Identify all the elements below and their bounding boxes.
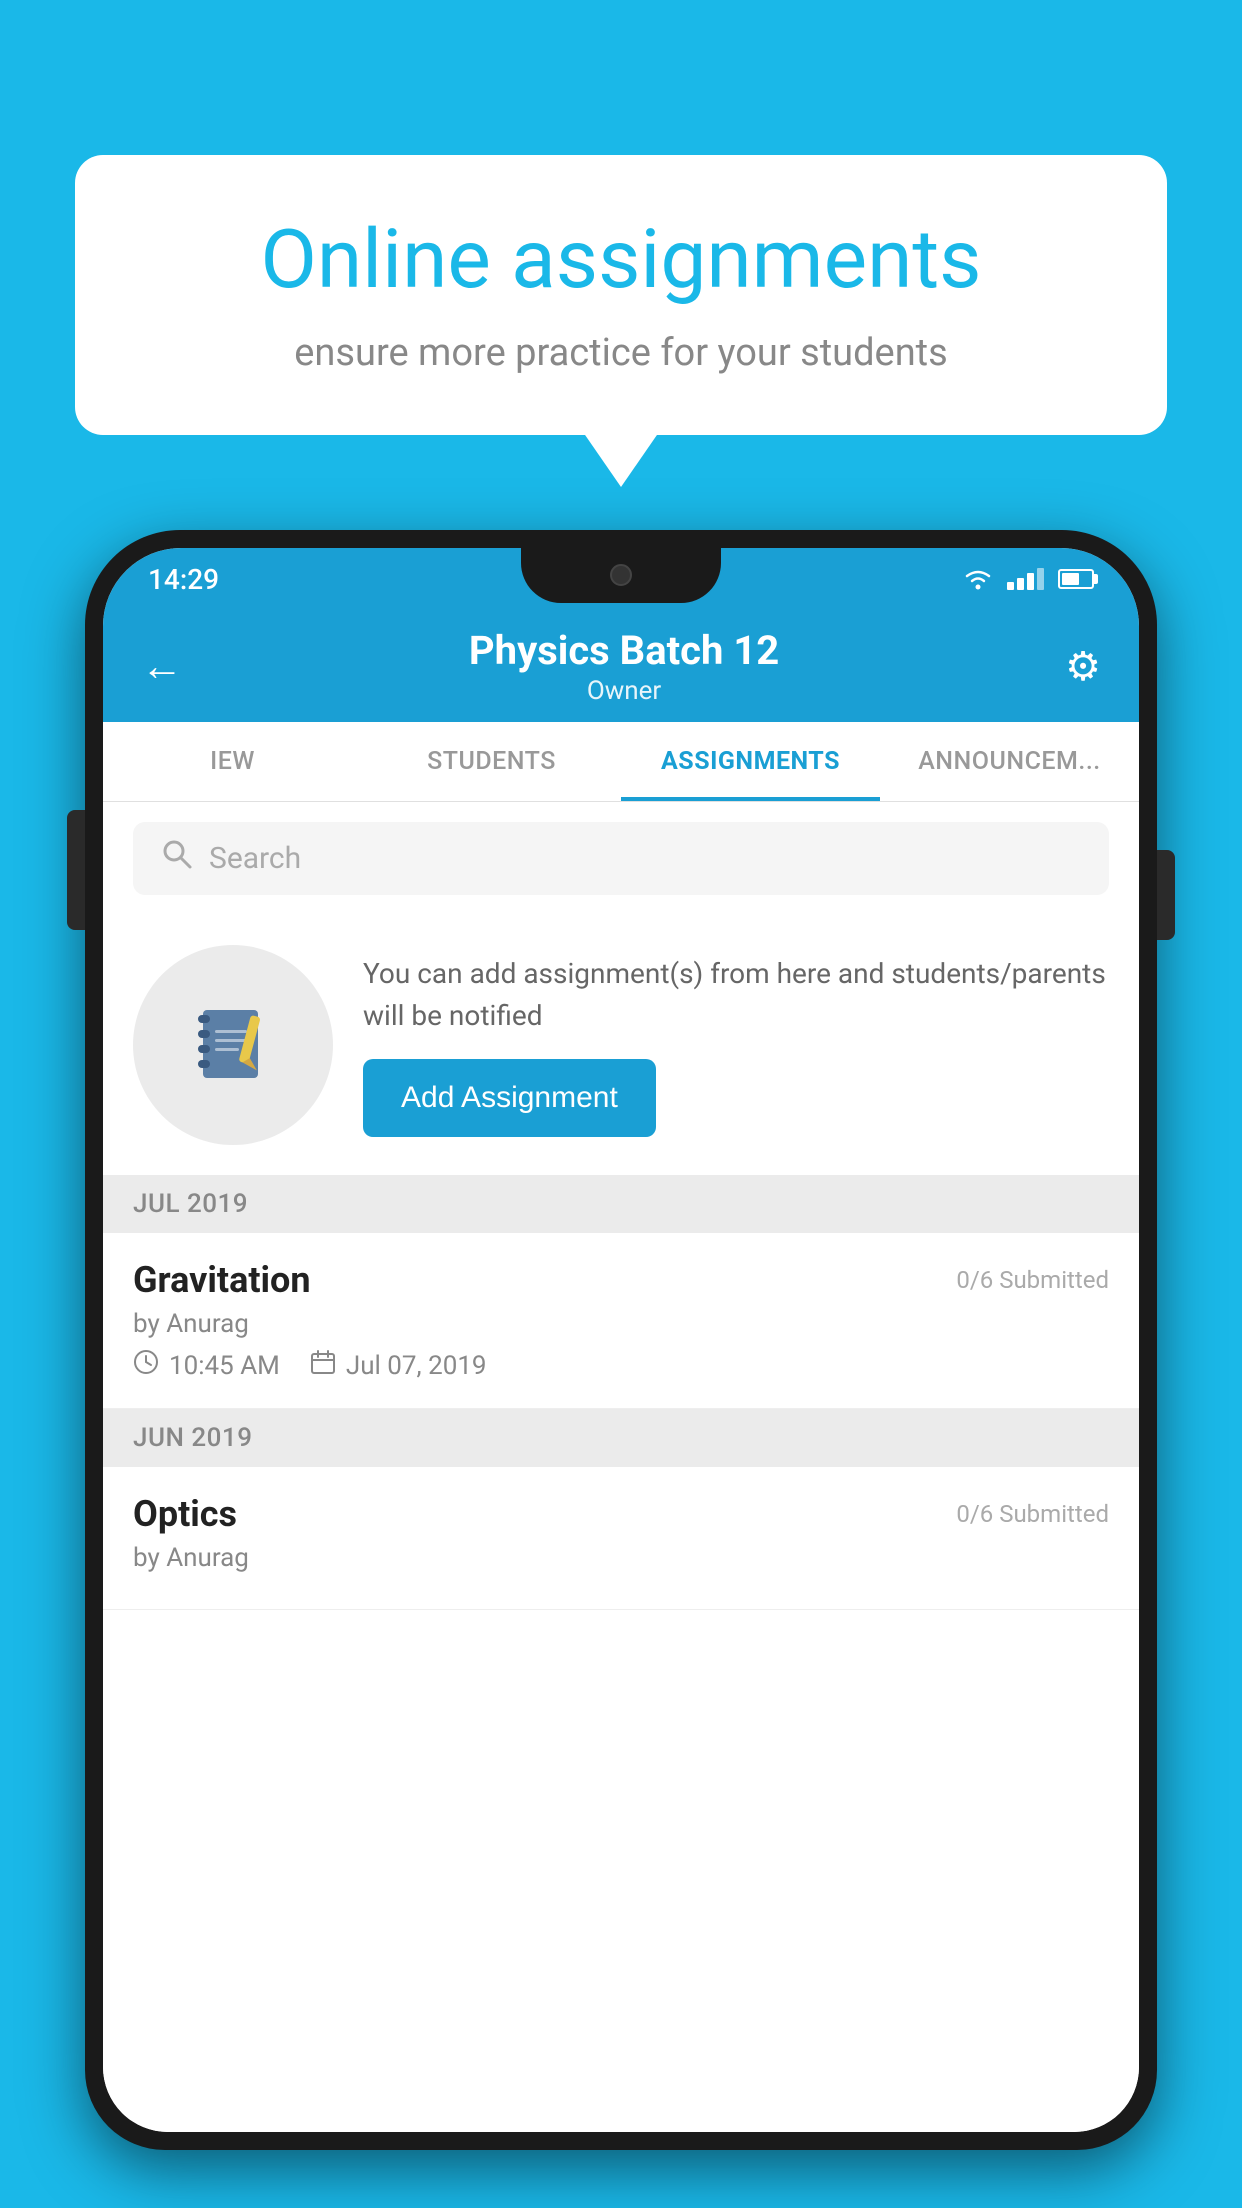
camera-dot xyxy=(610,564,632,586)
assignment-time-gravitation: 10:45 AM xyxy=(169,1351,280,1381)
phone-wrapper: 14:29 xyxy=(85,530,1157,2208)
battery-icon xyxy=(1058,569,1094,589)
promo-icon-circle xyxy=(133,945,333,1145)
search-icon xyxy=(161,838,193,879)
assignment-meta-gravitation: 10:45 AM Jul 07, 201 xyxy=(133,1349,1109,1382)
header-center: Physics Batch 12 Owner xyxy=(469,627,779,706)
promo-text: You can add assignment(s) from here and … xyxy=(363,953,1109,1037)
search-placeholder: Search xyxy=(209,841,301,876)
add-assignment-button[interactable]: Add Assignment xyxy=(363,1059,656,1137)
wifi-icon xyxy=(963,568,993,590)
assignment-submitted-gravitation: 0/6 Submitted xyxy=(956,1266,1109,1294)
calendar-icon xyxy=(310,1349,336,1382)
tab-iew[interactable]: IEW xyxy=(103,722,362,801)
assignment-date-gravitation: Jul 07, 2019 xyxy=(346,1351,487,1381)
promo-section: You can add assignment(s) from here and … xyxy=(103,915,1139,1175)
status-bar: 14:29 xyxy=(103,548,1139,610)
section-header-jun: JUN 2019 xyxy=(103,1409,1139,1467)
settings-icon[interactable]: ⚙ xyxy=(1065,643,1101,690)
speech-bubble-area: Online assignments ensure more practice … xyxy=(75,155,1167,435)
notch xyxy=(521,548,721,603)
signal-icon xyxy=(1007,568,1044,590)
speech-bubble-subtitle: ensure more practice for your students xyxy=(155,327,1087,380)
phone-outer: 14:29 xyxy=(85,530,1157,2150)
section-header-jul: JUL 2019 xyxy=(103,1175,1139,1233)
status-icons xyxy=(963,568,1094,590)
speech-bubble-title: Online assignments xyxy=(155,215,1087,305)
assignment-item-optics[interactable]: Optics 0/6 Submitted by Anurag xyxy=(103,1467,1139,1610)
assignment-title-optics: Optics xyxy=(133,1493,237,1535)
assignment-submitted-optics: 0/6 Submitted xyxy=(956,1500,1109,1528)
search-bar-container: Search xyxy=(103,802,1139,915)
promo-content: You can add assignment(s) from here and … xyxy=(363,953,1109,1137)
assignment-title-gravitation: Gravitation xyxy=(133,1259,311,1301)
status-time: 14:29 xyxy=(148,563,219,596)
assignment-by-optics: by Anurag xyxy=(133,1543,1109,1573)
search-bar[interactable]: Search xyxy=(133,822,1109,895)
tab-students[interactable]: STUDENTS xyxy=(362,722,621,801)
assignment-by-gravitation: by Anurag xyxy=(133,1309,1109,1339)
header-title: Physics Batch 12 xyxy=(469,627,779,674)
tab-announcements[interactable]: ANNOUNCEM... xyxy=(880,722,1139,801)
phone-screen: 14:29 xyxy=(103,548,1139,2132)
battery-fill xyxy=(1062,573,1079,585)
header-subtitle: Owner xyxy=(469,676,779,706)
back-button[interactable]: ← xyxy=(141,642,183,691)
tabs-bar: IEW STUDENTS ASSIGNMENTS ANNOUNCEM... xyxy=(103,722,1139,802)
content-area: Search xyxy=(103,802,1139,2132)
assignment-item-gravitation[interactable]: Gravitation 0/6 Submitted by Anurag xyxy=(103,1233,1139,1409)
tab-assignments[interactable]: ASSIGNMENTS xyxy=(621,722,880,801)
app-header: ← Physics Batch 12 Owner ⚙ xyxy=(103,610,1139,722)
speech-bubble: Online assignments ensure more practice … xyxy=(75,155,1167,435)
clock-icon xyxy=(133,1349,159,1382)
notebook-icon xyxy=(183,995,283,1095)
